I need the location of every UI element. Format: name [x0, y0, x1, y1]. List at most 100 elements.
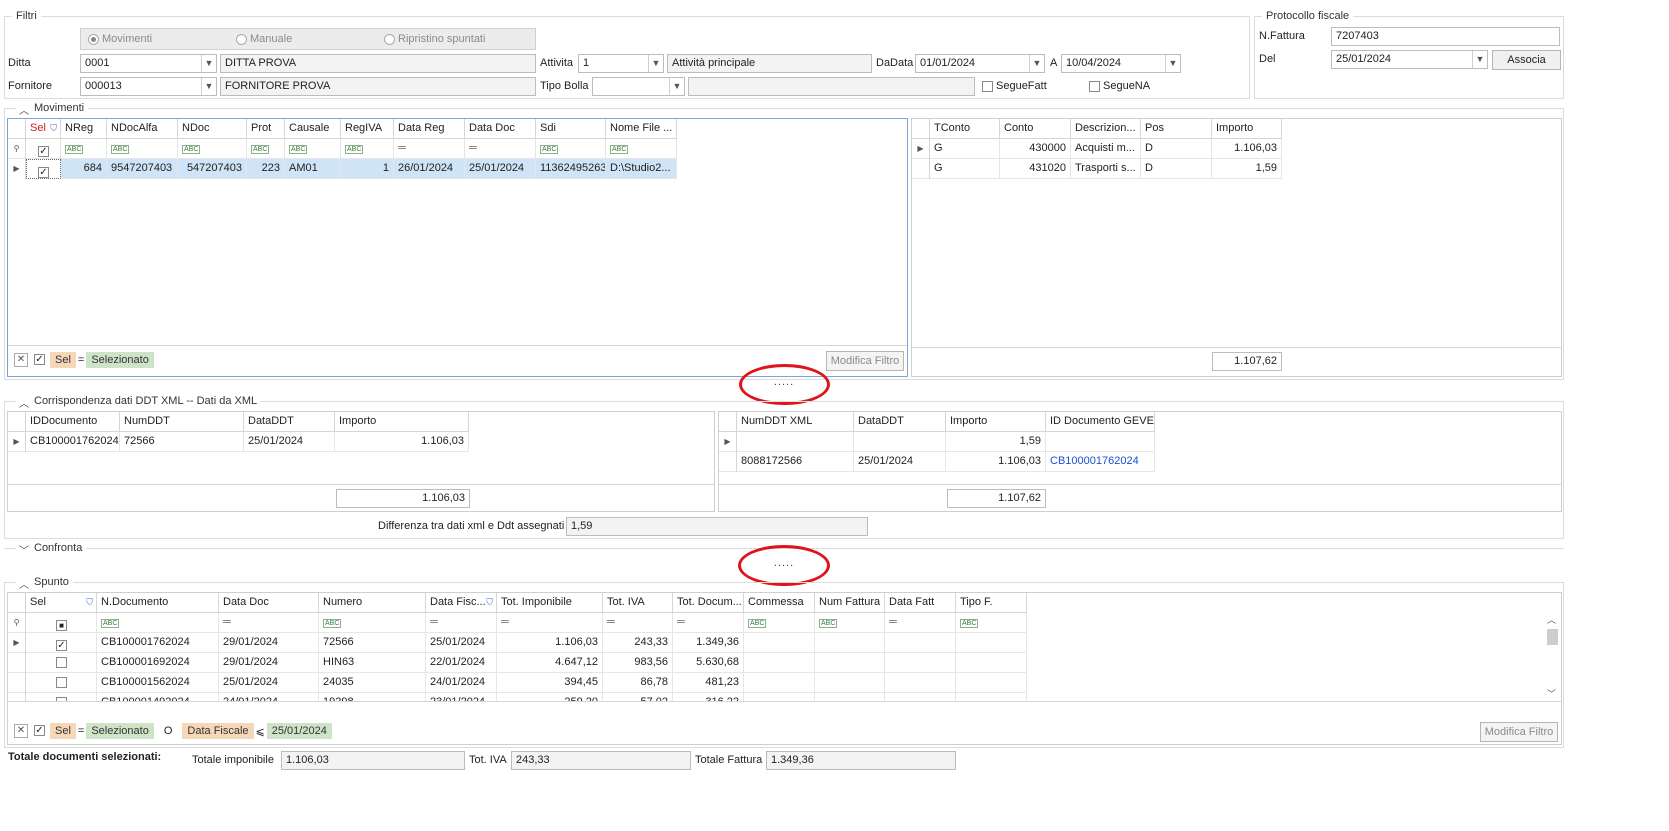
col-totdocumento[interactable]: Tot. Docum...: [673, 593, 744, 613]
table-cell: HIN63: [319, 653, 426, 673]
modifica-filtro-button[interactable]: Modifica Filtro: [1480, 722, 1558, 742]
col-numfattura[interactable]: Num Fattura: [815, 593, 885, 613]
autofilter-row[interactable]: ⚲ ■ ABC ═ ABC ═ ═ ═ ═ ABC ABC ═ ABC: [8, 613, 1027, 633]
col-ndoc[interactable]: NDoc: [178, 119, 247, 139]
fornitore-select[interactable]: 000013 ▼: [80, 77, 217, 96]
col-sel[interactable]: Sel ⛉: [26, 593, 97, 613]
col-descrizione[interactable]: Descrizion...: [1071, 119, 1141, 139]
col-datadoc[interactable]: Data Doc: [465, 119, 536, 139]
col-datareg[interactable]: Data Reg: [394, 119, 465, 139]
col-ndocumento[interactable]: N.Documento: [97, 593, 219, 613]
row-sel-checkbox[interactable]: [56, 677, 67, 688]
col-sdi[interactable]: Sdi: [536, 119, 606, 139]
autofilter-row[interactable]: ⚲ ✓ ABC ABC ABC ABC ABC ABC ═ ═ ABC ABC: [8, 139, 677, 159]
table-row[interactable]: G 431020 Trasporti s... D 1,59: [912, 159, 1282, 179]
differenza-label: Differenza tra dati xml e Ddt assegnati: [378, 520, 565, 532]
filter-icon[interactable]: ⛉: [486, 593, 493, 612]
col-dataddt[interactable]: DataDDT: [244, 412, 335, 432]
col-causale[interactable]: Causale: [285, 119, 341, 139]
tipobolla-select[interactable]: ▼: [592, 77, 685, 96]
col-importo[interactable]: Importo: [946, 412, 1046, 432]
associa-button[interactable]: Associa: [1492, 50, 1561, 70]
totale-imponibile-field: 1.106,03: [281, 751, 465, 770]
filter-icon[interactable]: ⛉: [86, 593, 93, 612]
col-prot[interactable]: Prot: [247, 119, 285, 139]
attivita-select[interactable]: 1 ▼: [578, 54, 664, 73]
seguena-checkbox[interactable]: [1089, 81, 1100, 92]
col-numddt[interactable]: NumDDT: [120, 412, 244, 432]
filter-icon[interactable]: ⛉: [50, 119, 57, 138]
row-sel-checkbox[interactable]: [56, 657, 67, 668]
a-date-picker[interactable]: 10/04/2024 ▼: [1061, 54, 1181, 73]
table-row[interactable]: 8088172566 25/01/2024 1.106,03 CB1000017…: [719, 452, 1155, 472]
totale-fattura-field: 1.349,36: [766, 751, 956, 770]
col-totimponibile[interactable]: Tot. Imponibile: [497, 593, 603, 613]
col-importo[interactable]: Importo: [335, 412, 469, 432]
filter-enable-checkbox[interactable]: ✓: [34, 725, 45, 736]
col-tconto[interactable]: TConto: [930, 119, 1000, 139]
col-numero[interactable]: Numero: [319, 593, 426, 613]
col-nomefile[interactable]: Nome File ...: [606, 119, 677, 139]
col-dataddt[interactable]: DataDDT: [854, 412, 946, 432]
col-datafatt[interactable]: Data Fatt: [885, 593, 956, 613]
chevron-down-icon[interactable]: ▼: [201, 78, 216, 95]
col-iddocumento[interactable]: IDDocumento: [26, 412, 120, 432]
ditta-select[interactable]: 0001 ▼: [80, 54, 217, 73]
col-id-documento-geve[interactable]: ID Documento GEVE: [1046, 412, 1155, 432]
col-sel[interactable]: Sel ⛉: [26, 119, 61, 139]
radio-manuale[interactable]: [236, 34, 247, 45]
table-row[interactable]: ▶ CB100001762024 72566 25/01/2024 1.106,…: [8, 432, 469, 452]
col-ndocalfa[interactable]: NDocAlfa: [107, 119, 178, 139]
autofilter-sel-checkbox[interactable]: ■: [56, 620, 67, 631]
row-sel-checkbox[interactable]: ✓: [38, 167, 49, 178]
table-row[interactable]: ▶ ✓ CB100001762024 29/01/2024 72566 25/01/202…: [8, 633, 1027, 653]
clear-filter-icon[interactable]: ✕: [14, 353, 28, 367]
row-sel-checkbox[interactable]: ✓: [56, 640, 67, 651]
filter-expression[interactable]: Sel = Selezionato O Data Fiscale ⩽ 25/01…: [50, 720, 332, 742]
autofilter-sel-checkbox[interactable]: ✓: [38, 146, 49, 157]
dadata-date-picker[interactable]: 01/01/2024 ▼: [915, 54, 1045, 73]
table-row[interactable]: CB100001562024 25/01/2024 24035 24/01/2024 3…: [8, 673, 1027, 693]
col-nreg[interactable]: NReg: [61, 119, 107, 139]
filter-expression[interactable]: Sel = Selezionato: [50, 349, 154, 371]
col-commessa[interactable]: Commessa: [744, 593, 815, 613]
table-cell: [885, 673, 956, 693]
table-row[interactable]: CB100001692024 29/01/2024 HIN63 22/01/2024 4…: [8, 653, 1027, 673]
table-row[interactable]: ▶ 1,59: [719, 432, 1155, 452]
del-date-picker[interactable]: 25/01/2024 ▼: [1331, 50, 1488, 69]
col-importo[interactable]: Importo: [1212, 119, 1282, 139]
geve-link[interactable]: CB100001762024: [1046, 452, 1155, 472]
scrollbar-thumb[interactable]: [1547, 629, 1558, 645]
chevron-down-icon[interactable]: ▼: [1029, 55, 1044, 72]
col-tipof[interactable]: Tipo F.: [956, 593, 1027, 613]
chevron-down-icon[interactable]: ▼: [1165, 55, 1180, 72]
table-cell: [744, 633, 815, 653]
table-row[interactable]: ▶ G 430000 Acquisti m... D 1.106,03: [912, 139, 1282, 159]
radio-movimenti-label: Movimenti: [102, 33, 153, 45]
radio-ripristino[interactable]: [384, 34, 395, 45]
chevron-down-icon[interactable]: ▼: [201, 55, 216, 72]
col-pos[interactable]: Pos: [1141, 119, 1212, 139]
scroll-down-icon[interactable]: ﹀: [1547, 687, 1556, 700]
col-regiva[interactable]: RegIVA: [341, 119, 394, 139]
nfattura-input[interactable]: 7207403: [1331, 27, 1560, 46]
col-datafiscale[interactable]: Data Fisc... ⛉: [426, 593, 497, 613]
vertical-scrollbar[interactable]: ︿ ﹀: [1544, 613, 1561, 701]
col-datadoc[interactable]: Data Doc: [219, 593, 319, 613]
chevron-down-icon[interactable]: ▼: [669, 78, 684, 95]
clear-filter-icon[interactable]: ✕: [14, 724, 28, 738]
col-totiva[interactable]: Tot. IVA: [603, 593, 673, 613]
tot-iva-field: 243,33: [511, 751, 691, 770]
col-numddt-xml[interactable]: NumDDT XML: [737, 412, 854, 432]
filtri-legend: Filtri: [12, 10, 41, 22]
chevron-down-icon[interactable]: ▼: [648, 55, 663, 72]
table-cell: [815, 673, 885, 693]
filter-enable-checkbox[interactable]: ✓: [34, 354, 45, 365]
col-conto[interactable]: Conto: [1000, 119, 1071, 139]
seguefatt-checkbox[interactable]: [982, 81, 993, 92]
radio-movimenti[interactable]: [88, 34, 99, 45]
modifica-filtro-button[interactable]: Modifica Filtro: [826, 351, 904, 371]
table-row[interactable]: ▶ ✓ 684 9547207403 547207403 223 AM01 1 …: [8, 159, 677, 179]
chevron-down-icon[interactable]: ▼: [1472, 51, 1487, 68]
scroll-up-icon[interactable]: ︿: [1547, 613, 1556, 626]
